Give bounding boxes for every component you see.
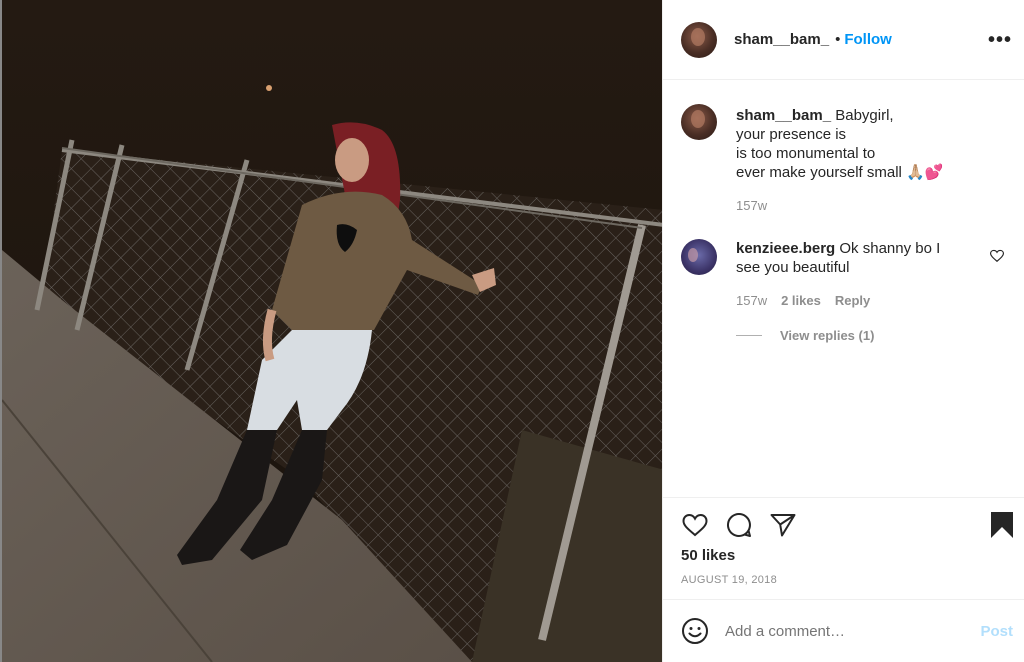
caption-line: ever make yourself small 🙏🏼💕 <box>736 164 944 181</box>
separator-dot: • <box>835 31 841 48</box>
reply-button[interactable]: Reply <box>835 291 870 310</box>
emoji-icon[interactable] <box>681 617 709 645</box>
comment-icon[interactable] <box>725 511 753 539</box>
comments-section[interactable]: sham__bam_ Babygirl, your presence is is… <box>663 80 1024 497</box>
post-photo[interactable] <box>0 0 662 662</box>
comment-item: kenzieee.berg Ok shanny bo I see you bea… <box>681 239 1006 310</box>
author-username[interactable]: sham__bam_ <box>734 31 829 48</box>
post-side-panel: sham__bam_ • Follow ••• sham__bam_ Babyg… <box>662 0 1024 662</box>
post-actions: 50 likes AUGUST 19, 2018 <box>663 497 1024 586</box>
commenter-avatar[interactable] <box>681 239 717 275</box>
share-icon[interactable] <box>769 511 797 539</box>
post-header: sham__bam_ • Follow ••• <box>663 0 1024 80</box>
comment-likes[interactable]: 2 likes <box>781 291 821 310</box>
caption-username[interactable]: sham__bam_ <box>736 107 831 124</box>
caption-author-avatar[interactable] <box>681 104 717 140</box>
author-avatar[interactable] <box>681 21 717 58</box>
follow-button[interactable]: Follow <box>844 31 892 48</box>
bookmark-icon[interactable] <box>990 511 1014 543</box>
comment-like-heart-icon[interactable] <box>990 249 1004 263</box>
post-date[interactable]: AUGUST 19, 2018 <box>663 574 1024 586</box>
add-comment-bar: Post <box>663 599 1024 662</box>
more-options-icon[interactable]: ••• <box>988 30 1012 50</box>
comment-timestamp[interactable]: 157w <box>736 291 767 310</box>
caption-line: your presence is <box>736 126 847 143</box>
view-replies-button[interactable]: View replies (1) <box>736 328 1006 343</box>
heart-icon[interactable] <box>681 511 709 539</box>
caption: sham__bam_ Babygirl, your presence is is… <box>681 104 1006 215</box>
caption-line: Babygirl, <box>835 107 894 124</box>
post-comment-button[interactable]: Post <box>980 623 1013 640</box>
comment-input[interactable] <box>725 622 981 640</box>
commenter-username[interactable]: kenzieee.berg <box>736 240 835 257</box>
post-image <box>2 0 662 662</box>
replies-divider <box>736 335 762 336</box>
view-replies-label: View replies (1) <box>780 328 875 343</box>
caption-line: is too monumental to <box>736 145 876 162</box>
caption-timestamp[interactable]: 157w <box>736 196 767 215</box>
